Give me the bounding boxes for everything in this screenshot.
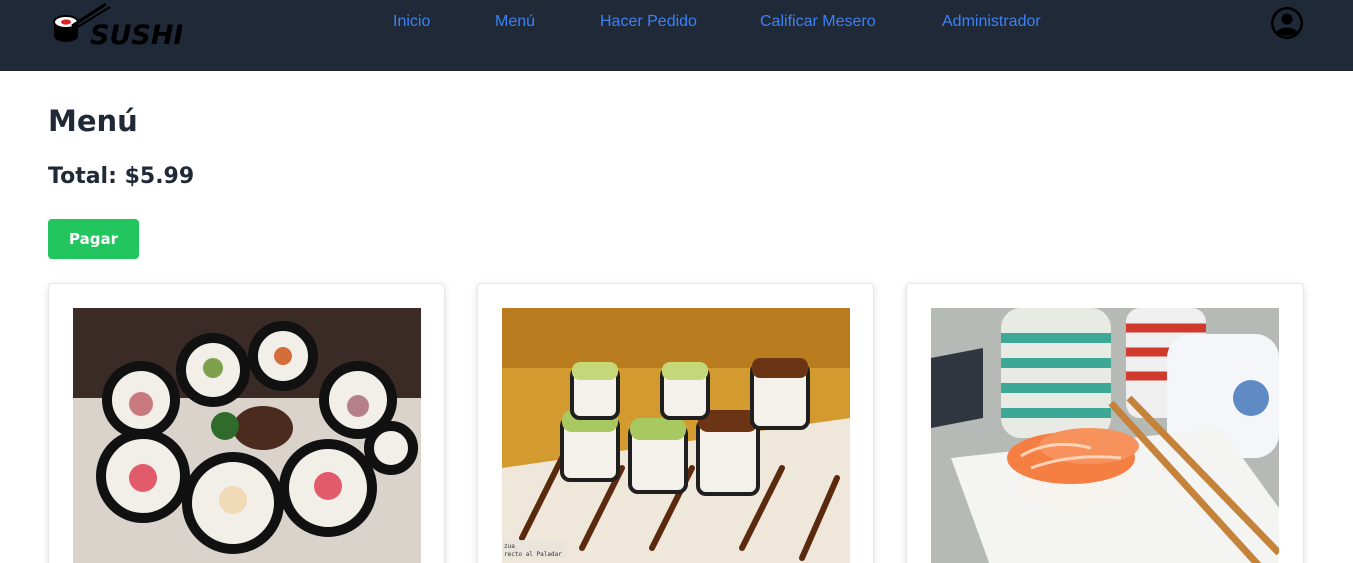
total-value: $5.99 xyxy=(124,164,195,189)
menu-card[interactable] xyxy=(906,283,1304,563)
nav-item-calificar-mesero[interactable]: Calificar Mesero xyxy=(760,13,876,31)
menu-card[interactable]: zua recto al Paladar xyxy=(477,283,874,563)
page-title: Menú xyxy=(48,104,138,138)
order-total: Total: $5.99 xyxy=(48,164,194,189)
photo-caption-line-2: recto al Paladar xyxy=(504,551,562,558)
avocado-eel-roll-photo: zua recto al Paladar xyxy=(502,308,850,563)
salmon-nigiri-photo xyxy=(931,308,1279,563)
main-nav: Inicio Menú Hacer Pedido Calificar Meser… xyxy=(0,0,1353,46)
nav-item-menu[interactable]: Menú xyxy=(495,13,535,31)
sushi-maki-rolls-photo xyxy=(73,308,421,563)
pay-button[interactable]: Pagar xyxy=(48,219,139,259)
nav-item-administrador[interactable]: Administrador xyxy=(942,13,1041,31)
total-label: Total: xyxy=(48,164,117,189)
photo-caption-line-1: zua xyxy=(504,543,515,550)
menu-card[interactable] xyxy=(48,283,445,563)
navbar: SUSHI Inicio Menú Hacer Pedido Calificar… xyxy=(0,0,1353,71)
nav-item-hacer-pedido[interactable]: Hacer Pedido xyxy=(600,13,697,31)
nav-item-inicio[interactable]: Inicio xyxy=(393,13,430,31)
user-circle-icon[interactable] xyxy=(1270,6,1304,40)
